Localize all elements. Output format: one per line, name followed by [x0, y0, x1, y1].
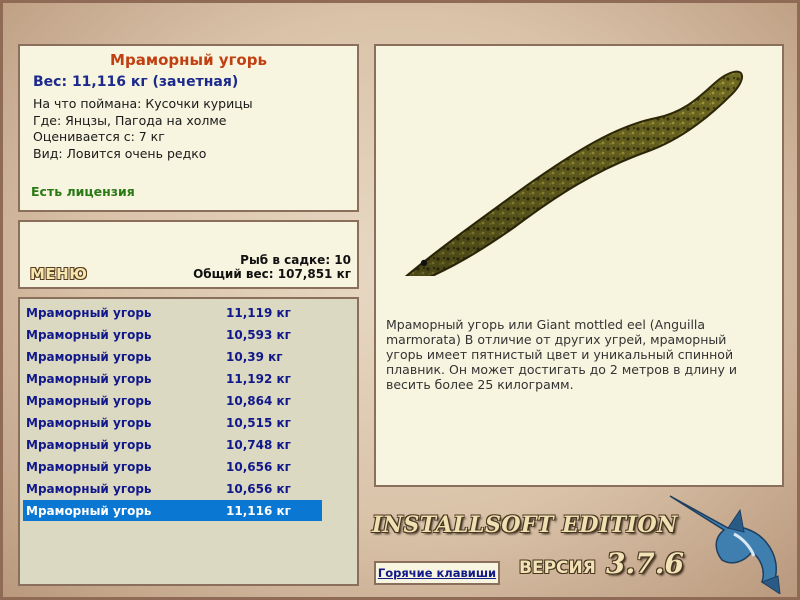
catch-weight: 10,748 кг: [226, 438, 291, 452]
catch-weight: 11,192 кг: [226, 372, 291, 386]
catch-row[interactable]: Мраморный угорь 10,656 кг: [23, 456, 322, 477]
bait-line: На что поймана: Кусочки курицы: [33, 96, 253, 111]
catch-weight: 10,515 кг: [226, 416, 291, 430]
rarity-line: Вид: Ловится очень редко: [33, 145, 207, 161]
catch-name: Мраморный угорь: [26, 460, 152, 474]
catch-weight: 11,119 кг: [226, 306, 291, 320]
catch-list[interactable]: Мраморный угорь 11,119 кг Мраморный угорь 1…: [18, 297, 359, 586]
catch-name: Мраморный угорь: [26, 328, 152, 342]
catch-weight: 10,656 кг: [226, 460, 291, 474]
hotkeys-button[interactable]: Горячие клавиши: [374, 561, 500, 585]
catch-name: Мраморный угорь: [26, 438, 152, 452]
catch-name: Мраморный угорь: [26, 504, 152, 518]
fish-title: Мраморный угорь: [110, 51, 267, 69]
catch-weight: 10,39 кг: [226, 350, 283, 364]
eel-image: [404, 70, 743, 276]
catch-row[interactable]: Мраморный угорь 10,39 кг: [23, 346, 322, 367]
marlin-logo-icon: [669, 495, 781, 594]
catch-row[interactable]: Мраморный угорь 10,864 кг: [23, 390, 322, 411]
catch-name: Мраморный угорь: [26, 482, 152, 496]
catch-name: Мраморный угорь: [26, 372, 152, 386]
catch-row[interactable]: Мраморный угорь 11,116 кг: [23, 500, 322, 521]
fish-detail-panel: Мраморный угорь или Giant mottled eel (A…: [374, 44, 784, 487]
catch-row[interactable]: Мраморный угорь 10,515 кг: [23, 412, 322, 433]
fish-details: На что поймана: Кусочки курицы Где: Янцз…: [33, 96, 253, 162]
catch-name: Мраморный угорь: [26, 416, 152, 430]
min-weight-line: Оценивается с: 7 кг: [33, 129, 165, 144]
keepnet-stats: Рыб в садке: 10 Общий вес: 107,851 кг: [193, 253, 351, 281]
catch-weight: 10,656 кг: [226, 482, 291, 496]
catch-weight: 11,116 кг: [226, 504, 291, 518]
eel-eye: [420, 259, 428, 267]
edition-logo: INSTALLSOFT EDITION: [372, 512, 678, 538]
catch-weight: 10,864 кг: [226, 394, 291, 408]
catch-name: Мраморный угорь: [26, 350, 152, 364]
catch-row[interactable]: Мраморный угорь 11,192 кг: [23, 368, 322, 389]
catch-row[interactable]: Мраморный угорь 10,593 кг: [23, 324, 322, 345]
fish-info-panel: Мраморный угорь Вес: 11,116 кг (зачетная…: [18, 44, 359, 212]
fish-weight: Вес: 11,116 кг (зачетная): [33, 74, 239, 90]
total-weight: Общий вес: 107,851 кг: [193, 267, 351, 281]
fish-count: Рыб в садке: 10: [240, 253, 351, 267]
catch-row[interactable]: Мраморный угорь 10,748 кг: [23, 434, 322, 455]
catch-row[interactable]: Мраморный угорь 10,656 кг: [23, 478, 322, 499]
fish-description: Мраморный угорь или Giant mottled eel (A…: [386, 317, 737, 392]
menu-button[interactable]: МЕНЮ: [30, 265, 87, 283]
catch-weight: 10,593 кг: [226, 328, 291, 342]
catch-name: Мраморный угорь: [26, 306, 152, 320]
catch-name: Мраморный угорь: [26, 394, 152, 408]
license-status: Есть лицензия: [31, 184, 135, 199]
summary-panel: МЕНЮ Рыб в садке: 10 Общий вес: 107,851 …: [18, 220, 359, 289]
catch-row[interactable]: Мраморный угорь 11,119 кг: [23, 302, 322, 323]
location-line: Где: Янцзы, Пагода на холме: [33, 112, 227, 128]
version-label: ВЕРСИЯ: [519, 558, 596, 578]
